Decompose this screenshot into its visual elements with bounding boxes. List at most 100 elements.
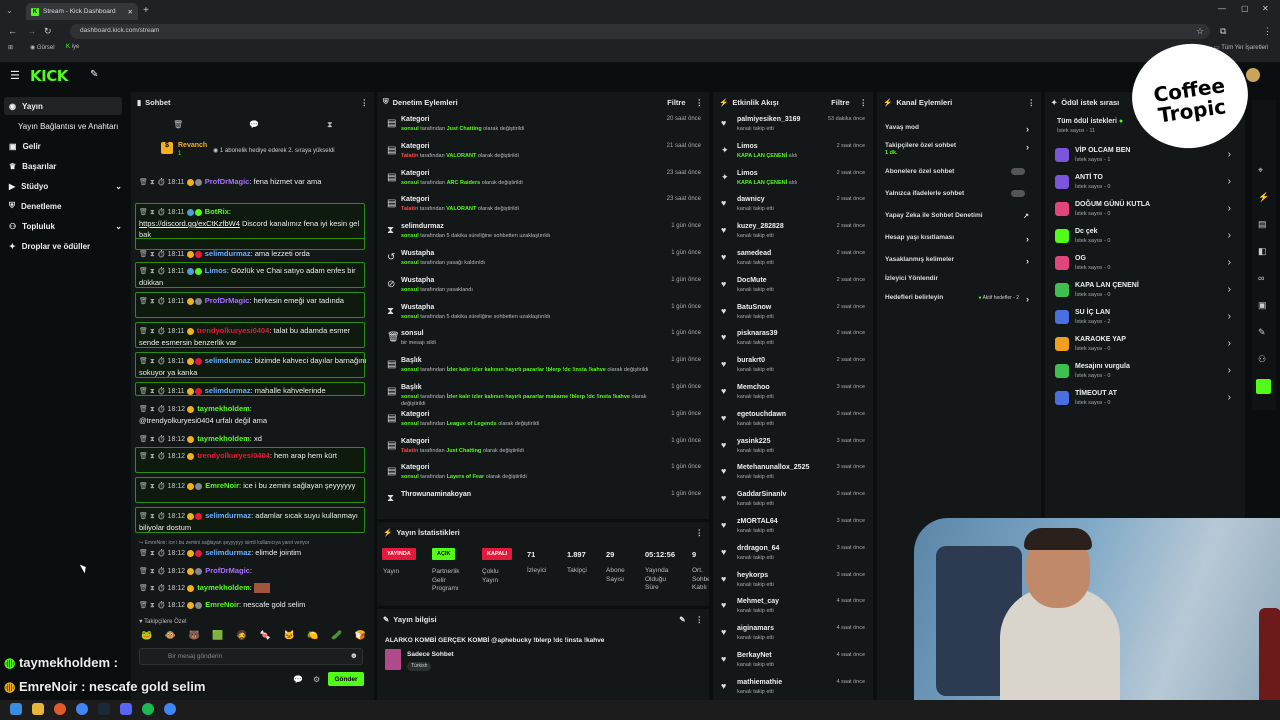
chat-username[interactable]: ProfDrMagic — [205, 566, 250, 575]
activity-user[interactable]: egetouchdawn — [737, 411, 786, 418]
mod-actions-icon[interactable]: 🗑 ⧗ — [139, 483, 157, 490]
emote-icon[interactable]: 🧔 — [236, 630, 247, 642]
mod-actions-icon[interactable]: 🗑 ⧗ — [139, 328, 157, 335]
activity-row[interactable]: ♥ egetouchdawn kanalı takip etti 3 saat önc… — [717, 409, 865, 436]
log-user[interactable]: sonsul — [401, 233, 419, 239]
log-user[interactable]: sonsul — [401, 180, 419, 186]
address-bar[interactable]: dashboard.kick.com/stream — [70, 24, 1210, 39]
chat-message[interactable]: 🗑 ⧗ ⏱ 18:11 ProfDrMagic: herkesin emeği … — [139, 295, 369, 307]
activity-user[interactable]: burakrt0 — [737, 357, 765, 364]
activity-user[interactable]: Limos — [737, 143, 758, 150]
mod-log-row[interactable]: ⧗ Wustapha sonsul tarafından 5 dakika süre… — [383, 302, 701, 329]
chat-username[interactable]: EmreNoir — [205, 600, 239, 609]
activity-user[interactable]: dawnicy — [737, 196, 765, 203]
activity-user[interactable]: yasink225 — [737, 438, 770, 445]
activity-user[interactable]: drdragon_64 — [737, 545, 779, 552]
activity-row[interactable]: ♥ Memchoo kanalı takip etti 3 saat önce — [717, 382, 865, 409]
ai-moderation-row[interactable]: Yapay Zeka ile Sohbet Denetimi ↗ — [885, 212, 1029, 230]
chat-username[interactable]: selimdurmaz — [205, 249, 251, 258]
mod-log-row[interactable]: ⧗ selimdurmaz sonsul tarafından 5 dakika s… — [383, 221, 701, 248]
emote-icon[interactable]: 🍬 — [260, 630, 271, 642]
tab-list-icon[interactable]: ⌄ — [6, 6, 13, 15]
mod-actions-icon[interactable]: 🗑 ⧗ — [139, 251, 157, 258]
chat-message[interactable]: 🗑 ⧗ ⏱ 18:11 selimdurmaz: ama lezzeti ord… — [139, 248, 369, 260]
chat-message[interactable]: 🗑 ⧗ ⏱ 18:12 taymekholdem: @trendyolkuryes… — [139, 403, 369, 426]
slow-mode-row[interactable]: Yavaş mod › — [885, 124, 1029, 142]
mod-log-row[interactable]: ▤ Kategori Talatin tarafından VALORANT ola… — [383, 141, 701, 168]
send-button[interactable]: Gönder — [328, 672, 364, 686]
emote-icon[interactable]: 🍞 — [355, 630, 366, 642]
maximize-icon[interactable]: ▢ — [1241, 4, 1249, 13]
chat-icon[interactable]: ◧ — [1258, 246, 1267, 257]
log-user[interactable]: sonsul — [401, 474, 419, 480]
minimize-icon[interactable]: — — [1218, 4, 1226, 13]
mod-actions-icon[interactable]: 🗑 ⧗ — [139, 268, 157, 275]
activity-row[interactable]: ♥ dawnicy kanalı takip etti 2 saat önce — [717, 194, 865, 221]
reward-row[interactable]: Dc çek İstek sayısı - 0 › — [1055, 227, 1231, 254]
chat-message[interactable]: 🗑 ⧗ ⏱ 18:11 BotRix: https://discord.gg/ex… — [139, 206, 369, 240]
followers-only-row[interactable]: Takipçilere özel sohbet › 1 dk. — [885, 142, 1029, 160]
subscribers-toggle[interactable] — [1011, 168, 1025, 175]
kick-logo[interactable]: KICK — [30, 67, 68, 85]
more-icon[interactable]: ⋮ — [696, 528, 704, 537]
chat-message[interactable]: 🗑 ⧗ ⏱ 18:12 ProfDrMagic: — [139, 565, 369, 577]
mod-log-row[interactable]: ▤ Başlık sonsul tarafından İzler kalır izl… — [383, 382, 701, 409]
mod-actions-icon[interactable]: 🗑 ⧗ — [139, 179, 157, 186]
activity-row[interactable]: ♥ yasink225 kanalı takip etti 3 saat önce — [717, 436, 865, 463]
sidebar-item-yayin[interactable]: ◉ Yayın — [4, 97, 122, 115]
mod-log-row[interactable]: ▤ Kategori sonsul tarafından Just Chatting… — [383, 114, 701, 141]
chrome-icon[interactable] — [164, 703, 176, 715]
mod-log-row[interactable]: ▤ Kategori Talatin tarafından VALORANT ola… — [383, 194, 701, 221]
mod-actions-icon[interactable]: 🗑 ⧗ — [139, 209, 157, 216]
more-icon[interactable]: ⋮ — [696, 98, 704, 107]
reward-row[interactable]: VİP OLCAM BEN İstek sayısı - 1 › — [1055, 146, 1231, 173]
activity-row[interactable]: ♥ Metehanunallox_2525 kanalı takip etti 3 s… — [717, 462, 865, 489]
activity-row[interactable]: ♥ Mehmet_cay kanalı takip etti 4 saat önce — [717, 596, 865, 623]
emote-icon[interactable]: 🥒 — [331, 630, 342, 642]
raid-row[interactable]: İzleyici Yönlendir — [885, 275, 1029, 293]
pencil-icon[interactable]: ✎ — [679, 615, 685, 624]
chat-message[interactable]: 🗑 ⧗ ⏱ 18:12 EmreNoir: ice i bu zemini sa… — [139, 480, 369, 492]
browser-tab[interactable]: K Stream - Kick Dashboard ✕ — [26, 3, 138, 20]
chat-bubble-icon[interactable]: 💬 — [249, 120, 259, 129]
activity-row[interactable]: ♥ DocMute kanalı takip etti 2 saat önce — [717, 275, 865, 302]
log-user[interactable]: Talatin — [401, 206, 418, 212]
back-icon[interactable]: ← — [8, 26, 17, 36]
log-user[interactable]: sonsul — [401, 287, 419, 293]
mod-log-row[interactable]: 🗑 sonsul bir mesajı sildi 1 gün önce — [383, 328, 701, 355]
bolt-icon[interactable]: ⚡ — [1258, 192, 1269, 203]
activity-user[interactable]: mathiemathie — [737, 679, 782, 686]
reward-row[interactable]: Mesajını vurgula İstek sayısı - 0 › — [1055, 362, 1231, 389]
mod-log-row[interactable]: ▤ Kategori sonsul tarafından ARC Raiders o… — [383, 168, 701, 195]
activity-user[interactable]: Mehmet_cay — [737, 598, 779, 605]
log-user[interactable]: sonsul — [401, 394, 419, 400]
mod-actions-icon[interactable]: 🗑 ⧗ — [139, 585, 157, 592]
account-age-row[interactable]: Hesap yaşı kısıtlaması › — [885, 234, 1029, 252]
chat-message[interactable]: 🗑 ⧗ ⏱ 18:11 ProfDrMagic: fena hizmet var… — [139, 176, 369, 188]
chat-username[interactable]: selimdurmaz — [205, 356, 251, 365]
chat-username[interactable]: ProfDrMagic — [205, 296, 250, 305]
crosshair-icon[interactable]: ⌖ — [1258, 165, 1263, 176]
activity-user[interactable]: samedead — [737, 250, 771, 257]
hourglass-icon[interactable]: ⧗ — [327, 120, 333, 130]
chrome-icon[interactable] — [76, 703, 88, 715]
chat-username[interactable]: trendyolkuryesi0404 — [197, 451, 270, 460]
mod-actions-icon[interactable]: 🗑 ⧗ — [139, 513, 157, 520]
more-icon[interactable]: ⋮ — [860, 98, 868, 107]
window-close-icon[interactable]: ✕ — [1262, 4, 1269, 13]
log-user[interactable]: sonsul — [401, 126, 419, 132]
chat-username[interactable]: ProfDrMagic — [205, 177, 250, 186]
chat-link[interactable]: https://discord.gg/exCtKzfbW4 — [139, 219, 240, 228]
wrench-icon[interactable]: ✎ — [1258, 327, 1266, 338]
bookmark-star-icon[interactable]: ☆ — [1196, 26, 1204, 37]
chat-username[interactable]: Limos — [205, 266, 227, 275]
chat-message[interactable]: 🗑 ⧗ ⏱ 18:11 Limos: Gözlük ve Chai satıyo… — [139, 265, 369, 288]
activity-user[interactable]: zMORTAL64 — [737, 518, 778, 525]
mod-actions-icon[interactable]: 🗑 ⧗ — [139, 436, 157, 443]
forward-icon[interactable]: → — [27, 26, 36, 36]
mod-actions-icon[interactable]: 🗑 ⧗ — [139, 550, 157, 557]
emote-only-toggle[interactable] — [1011, 190, 1025, 197]
activity-row[interactable]: ✦ Limos KAPA LAN ÇENENİ aldı 2 saat önce — [717, 141, 865, 168]
activity-row[interactable]: ✦ Limos KAPA LAN ÇENENİ aldı 2 saat önce — [717, 168, 865, 195]
chat-username[interactable]: taymekholdem — [197, 404, 250, 413]
